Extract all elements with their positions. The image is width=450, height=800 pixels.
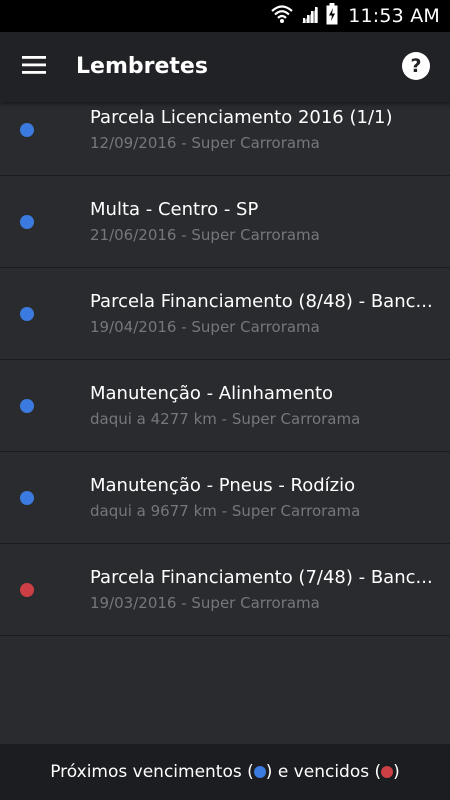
hamburger-menu-icon xyxy=(22,55,48,79)
reminder-subtitle: daqui a 9677 km - Super Carrorama xyxy=(90,502,361,520)
status-dot-overdue xyxy=(20,583,34,597)
reminder-subtitle: 12/09/2016 - Super Carrorama xyxy=(90,134,320,152)
reminder-subtitle: 19/04/2016 - Super Carrorama xyxy=(90,318,320,336)
status-icons: 11:53 AM xyxy=(270,0,440,32)
reminder-subtitle: 19/03/2016 - Super Carrorama xyxy=(90,594,320,612)
reminder-title: Manutenção - Pneus - Rodízio xyxy=(90,475,356,496)
reminder-title: Parcela Financiamento (8/48) - Banc... xyxy=(90,291,433,312)
legend-dot-overdue xyxy=(381,766,394,778)
legend-footer: Próximos vencimentos ( ) e vencidos ( ) xyxy=(0,744,450,800)
list-item[interactable]: Multa - Centro - SP 21/06/2016 - Super C… xyxy=(0,176,450,268)
page-title: Lembretes xyxy=(76,54,208,79)
status-time: 11:53 AM xyxy=(348,5,440,27)
wifi-icon xyxy=(270,4,294,28)
list-item[interactable]: Parcela Financiamento (8/48) - Banc... 1… xyxy=(0,268,450,360)
reminder-subtitle: daqui a 4277 km - Super Carrorama xyxy=(90,410,361,428)
legend-text-upcoming: Próximos vencimentos ( xyxy=(50,762,254,782)
list-item[interactable]: Manutenção - Alinhamento daqui a 4277 km… xyxy=(0,360,450,452)
legend-text-end: ) xyxy=(393,762,400,782)
signal-icon xyxy=(300,4,320,28)
reminder-title: Parcela Licenciamento 2016 (1/1) xyxy=(90,107,393,128)
status-dot-upcoming xyxy=(20,215,34,229)
reminder-subtitle: 21/06/2016 - Super Carrorama xyxy=(90,226,320,244)
list-item[interactable]: Manutenção - Pneus - Rodízio daqui a 967… xyxy=(0,452,450,544)
legend-dot-upcoming xyxy=(253,766,266,778)
reminder-title: Manutenção - Alinhamento xyxy=(90,383,334,404)
reminder-list: Parcela Licenciamento 2016 (1/1) 12/09/2… xyxy=(0,84,450,636)
reminder-title: Multa - Centro - SP xyxy=(90,199,259,220)
battery-icon xyxy=(326,3,338,29)
help-icon[interactable]: ? xyxy=(402,52,430,80)
app-bar: Lembretes ? xyxy=(0,32,450,102)
reminder-title: Parcela Financiamento (7/48) - Banc... xyxy=(90,567,433,588)
menu-button[interactable] xyxy=(15,49,55,85)
status-dot-upcoming xyxy=(20,491,34,505)
status-dot-upcoming xyxy=(20,399,34,413)
status-dot-upcoming xyxy=(20,123,34,137)
status-dot-upcoming xyxy=(20,307,34,321)
status-bar: 11:53 AM xyxy=(0,0,450,32)
legend-text-overdue: ) e vencidos ( xyxy=(265,762,382,782)
list-item[interactable]: Parcela Financiamento (7/48) - Banc... 1… xyxy=(0,544,450,636)
